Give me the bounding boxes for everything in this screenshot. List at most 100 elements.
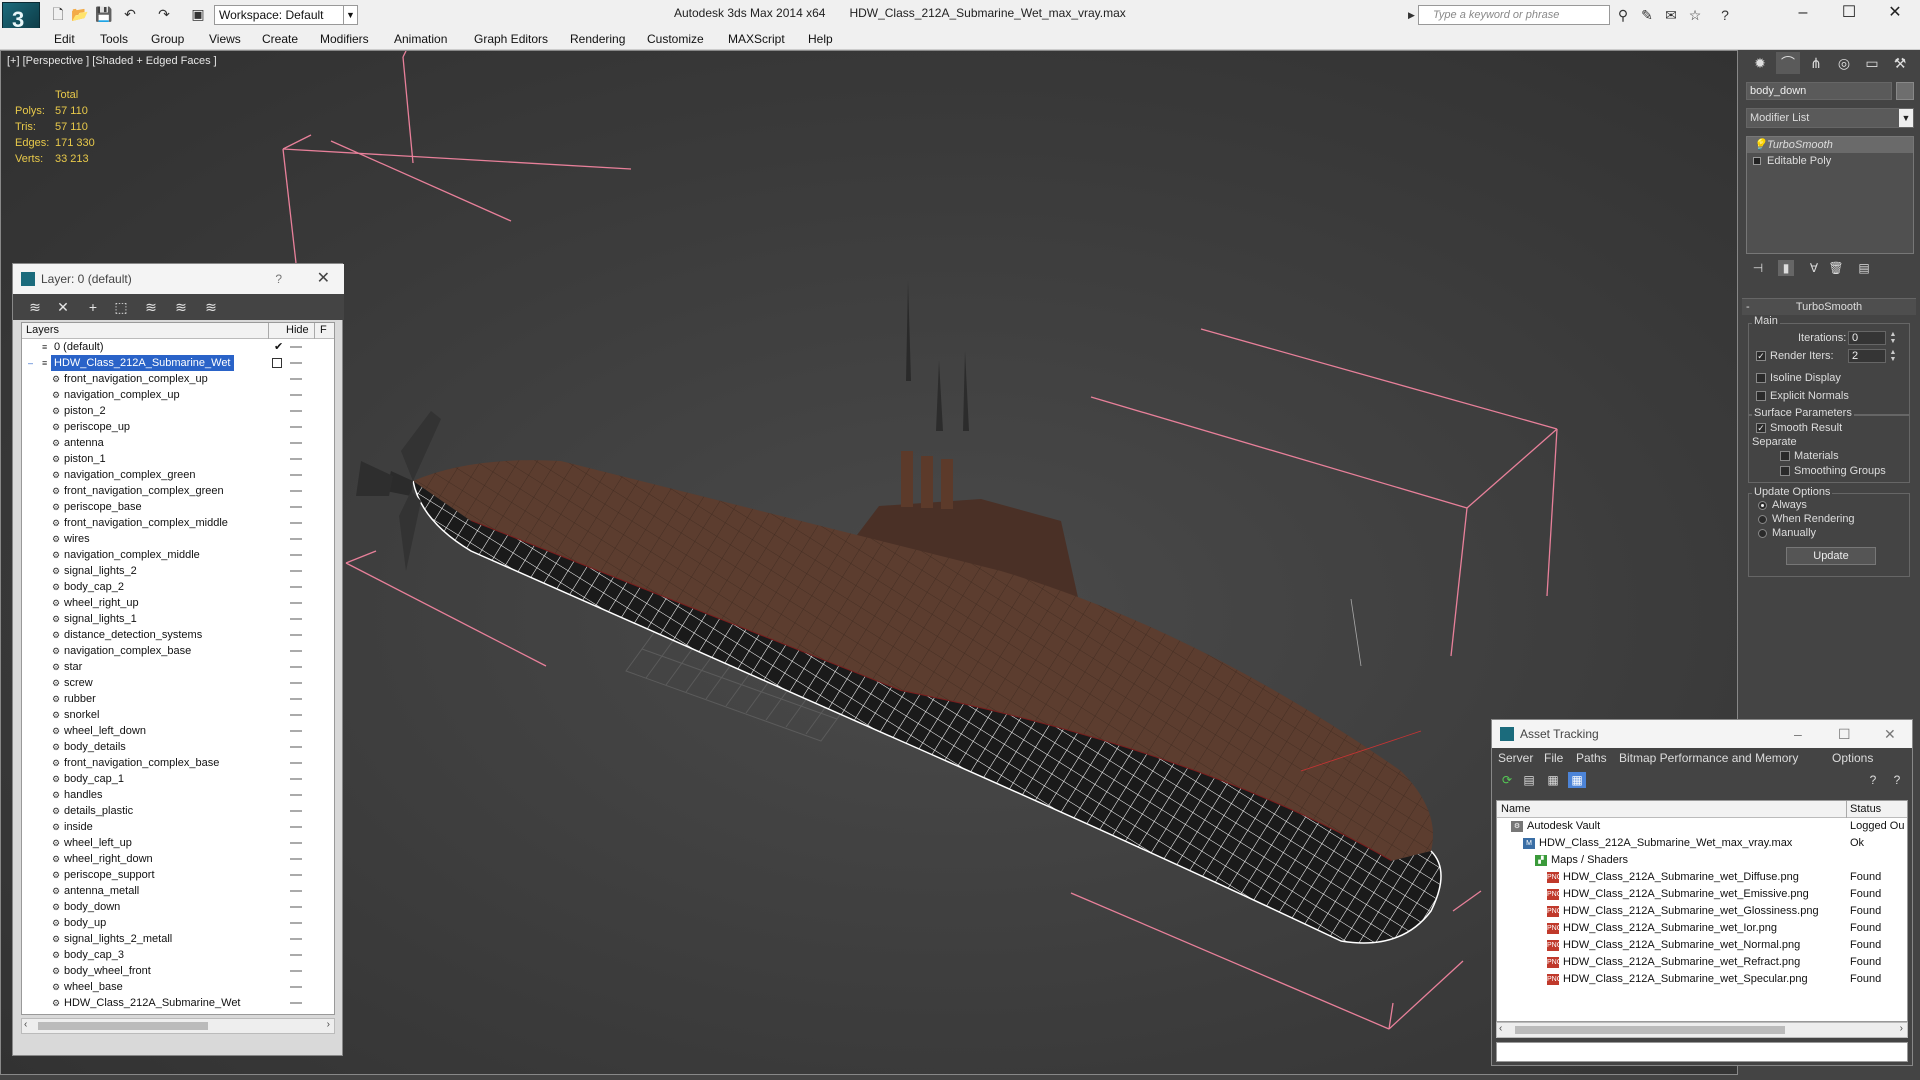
remove-modifier-icon[interactable]: 🗑 [1828,260,1844,276]
asset-row[interactable]: PNG HDW_Class_212A_Submarine_wet_Emissive… [1497,886,1907,903]
favorites-star-icon[interactable]: ☆ [1686,6,1704,24]
freeze-toggle[interactable] [290,938,302,940]
help-icon[interactable]: ? [275,264,282,294]
layer-tree[interactable]: Layers Hide F ≡ 0 (default) ✔ – ≡ HDW_Cl… [21,322,335,1015]
create-layer-icon[interactable]: ≋ [25,298,45,316]
refresh-icon[interactable]: ⟳ [1498,772,1516,788]
select-in-layer-icon[interactable]: ⬚ [111,298,131,316]
render-iters-spinner[interactable]: 2 [1848,349,1886,363]
when-rendering-radio[interactable] [1758,515,1767,524]
subscription-icon[interactable]: ✎ [1638,6,1656,24]
explicit-normals-checkbox[interactable] [1756,391,1766,401]
close-icon[interactable]: ✕ [1884,720,1896,748]
asset-row[interactable]: PNG HDW_Class_212A_Submarine_wet_Normal.p… [1497,937,1907,954]
layer-object-row[interactable]: ⚙ body_cap_1 [22,771,334,787]
menu-animation[interactable]: Animation [394,32,447,46]
layer-object-row[interactable]: ⚙ wheel_base [22,979,334,995]
freeze-toggle[interactable] [290,762,302,764]
save-file-icon[interactable]: 💾 [94,5,114,23]
freeze-toggle[interactable] [290,970,302,972]
menu-edit[interactable]: Edit [54,32,75,46]
object-name-field[interactable]: body_down [1746,82,1892,100]
search-expand-icon[interactable]: ▶ [1408,10,1415,21]
asset-row[interactable]: PNG HDW_Class_212A_Submarine_wet_Specular… [1497,971,1907,988]
layer-object-row[interactable]: ⚙ periscope_up [22,419,334,435]
asset-row[interactable]: ⚙ Autodesk Vault Logged Ou [1497,818,1907,835]
show-end-result-icon[interactable]: ▮ [1778,260,1794,276]
layer-object-row[interactable]: ⚙ distance_detection_systems [22,627,334,643]
freeze-toggle[interactable] [290,842,302,844]
freeze-toggle[interactable] [290,378,302,380]
layer-row-default[interactable]: ≡ 0 (default) ✔ [22,339,334,355]
freeze-toggle[interactable] [290,650,302,652]
layer-object-row[interactable]: ⚙ body_down [22,899,334,915]
freeze-toggle[interactable] [290,922,302,924]
checkmark-icon[interactable]: ✔ [274,339,283,355]
asset-row[interactable]: PNG HDW_Class_212A_Submarine_wet_Ior.png F… [1497,920,1907,937]
open-file-icon[interactable]: 📂 [70,5,90,23]
layer-object-row[interactable]: ⚙ details_plastic [22,803,334,819]
freeze-toggle[interactable] [290,474,302,476]
freeze-toggle[interactable] [290,586,302,588]
collapse-icon[interactable]: – [28,358,38,368]
asset-row[interactable]: PNG HDW_Class_212A_Submarine_wet_Glossine… [1497,903,1907,920]
layer-object-row[interactable]: ⚙ body_details [22,739,334,755]
asset-row[interactable]: PNG HDW_Class_212A_Submarine_wet_Diffuse.… [1497,869,1907,886]
freeze-toggle[interactable] [290,698,302,700]
close-icon[interactable]: ✕ [317,264,330,294]
help-context-icon[interactable]: ? [1888,772,1906,788]
freeze-toggle[interactable] [290,666,302,668]
layer-object-row[interactable]: ⚙ navigation_complex_green [22,467,334,483]
freeze-toggle[interactable] [290,442,302,444]
scroll-right-icon[interactable]: › [1900,1023,1903,1034]
horizontal-scrollbar[interactable]: ‹ › [21,1018,335,1034]
always-radio[interactable] [1758,501,1767,510]
layer-object-row[interactable]: ⚙ antenna [22,435,334,451]
asset-window-titlebar[interactable]: Asset Tracking – ☐ ✕ [1492,720,1912,748]
menu-tools[interactable]: Tools [100,32,128,46]
table-view-icon[interactable]: ▦ [1568,772,1586,788]
current-layer-box[interactable] [272,358,282,368]
layer-row-selected[interactable]: – ≡ HDW_Class_212A_Submarine_Wet [22,355,334,371]
freeze-toggle[interactable] [290,490,302,492]
freeze-toggle[interactable] [290,362,302,364]
freeze-toggle[interactable] [290,874,302,876]
modify-tab-icon[interactable]: ⌒ [1776,52,1800,74]
highlight-layer-icon[interactable]: ≋ [141,298,161,316]
isoline-checkbox[interactable] [1756,373,1766,383]
layer-object-row[interactable]: ⚙ wheel_left_up [22,835,334,851]
layer-object-row[interactable]: ⚙ HDW_Class_212A_Submarine_Wet [22,995,334,1011]
create-tab-icon[interactable]: ✹ [1748,52,1772,74]
stack-item-editable-poly[interactable]: Editable Poly [1747,153,1913,169]
layer-object-row[interactable]: ⚙ piston_2 [22,403,334,419]
menu-bitmap-performance[interactable]: Bitmap Performance and Memory [1619,751,1798,765]
column-freeze[interactable]: F [320,324,327,336]
modifier-stack[interactable]: 💡 TurboSmooth Editable Poly [1746,136,1914,254]
freeze-toggle[interactable] [290,554,302,556]
object-color-swatch[interactable] [1896,82,1914,100]
undo-icon[interactable]: ↶ [120,5,140,23]
layer-object-row[interactable]: ⚙ periscope_support [22,867,334,883]
freeze-toggle[interactable] [290,890,302,892]
column-hide[interactable]: Hide [286,324,309,336]
modifier-list-dropdown[interactable]: Modifier List ▼ [1746,108,1914,128]
freeze-toggle[interactable] [290,858,302,860]
asset-row[interactable]: ▞ Maps / Shaders [1497,852,1907,869]
layer-object-row[interactable]: ⚙ front_navigation_complex_green [22,483,334,499]
layer-object-row[interactable]: ⚙ navigation_complex_up [22,387,334,403]
layer-object-row[interactable]: ⚙ signal_lights_2_metall [22,931,334,947]
minimize-icon[interactable]: – [1794,720,1802,748]
menu-group[interactable]: Group [151,32,184,46]
asset-row[interactable]: PNG HDW_Class_212A_Submarine_wet_Refract.… [1497,954,1907,971]
layer-object-row[interactable]: ⚙ star [22,659,334,675]
freeze-toggle[interactable] [290,618,302,620]
spinner-arrows-icon[interactable]: ▲ ▼ [1888,331,1898,345]
menu-rendering[interactable]: Rendering [570,32,625,46]
column-layers[interactable]: Layers [26,324,59,336]
layer-object-row[interactable]: ⚙ wheel_left_down [22,723,334,739]
help-icon[interactable]: ? [1864,772,1882,788]
stack-item-turbosmooth[interactable]: 💡 TurboSmooth [1747,137,1913,153]
hierarchy-tab-icon[interactable]: ⋔ [1804,52,1828,74]
close-window-icon[interactable]: ✕ [1872,0,1918,26]
add-to-layer-icon[interactable]: + [83,298,103,316]
